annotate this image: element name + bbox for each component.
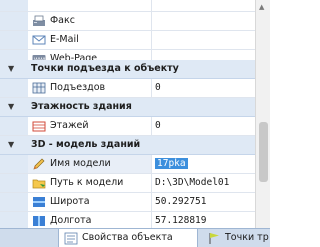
row-gutter	[0, 12, 28, 30]
tab-entry-points[interactable]: Точки тр	[202, 229, 282, 247]
latitude-icon	[32, 195, 46, 209]
property-name-cell: Широта	[28, 193, 152, 211]
collapse-chevron-icon[interactable]: ▼	[8, 64, 14, 73]
model-name-label: Имя модели	[50, 158, 111, 169]
property-row-floors[interactable]: Этажей 0	[0, 117, 255, 136]
pencil-icon	[32, 157, 46, 171]
floors-label: Этажей	[50, 120, 89, 131]
property-name-cell: Путь к модели	[28, 174, 152, 192]
floors-icon	[32, 119, 46, 133]
row-gutter	[0, 117, 28, 135]
property-row-blank	[0, 0, 255, 12]
fax-icon	[32, 14, 46, 28]
category-title: Этажность здания	[31, 101, 132, 112]
row-gutter	[0, 0, 28, 11]
properties-icon	[64, 232, 78, 245]
category-floors[interactable]: ▼ Этажность здания	[0, 98, 255, 117]
model-path-value[interactable]: D:\3D\Model01	[153, 174, 255, 192]
category-title: 3D - модель зданий	[31, 139, 141, 150]
email-icon	[32, 33, 46, 47]
folder-icon	[32, 176, 46, 190]
model-path-label: Путь к модели	[50, 177, 124, 188]
latitude-value[interactable]: 50.292751	[153, 193, 255, 211]
scroll-up-icon[interactable]: ▲	[259, 3, 264, 11]
tab-label: Свойства объекта	[82, 232, 173, 243]
longitude-label: Долгота	[50, 215, 92, 226]
latitude-label: Широта	[50, 196, 90, 207]
property-name-cell: Факс	[28, 12, 152, 30]
fax-label: Факс	[50, 15, 75, 26]
email-value[interactable]	[153, 31, 255, 49]
property-row-email[interactable]: E-Mail	[0, 31, 255, 50]
row-gutter	[0, 79, 28, 97]
flag-icon	[207, 232, 221, 245]
collapse-chevron-icon[interactable]: ▼	[8, 102, 14, 111]
property-row-fax[interactable]: Факс	[0, 12, 255, 31]
model-name-input[interactable]: 17pka	[153, 155, 255, 173]
model-name-value[interactable]: 17pka	[155, 158, 188, 169]
property-name-cell: Имя модели	[28, 155, 152, 173]
longitude-icon	[32, 214, 46, 228]
category-entrances[interactable]: ▼ Точки подъезда к объекту	[0, 60, 255, 79]
property-name-cell: Подъездов	[28, 79, 152, 97]
tab-label: Точки тр	[225, 232, 269, 243]
property-name-cell: E-Mail	[28, 31, 152, 49]
row-gutter	[0, 31, 28, 49]
fax-value[interactable]	[153, 12, 255, 30]
tab-object-properties[interactable]: Свойства объекта	[58, 229, 198, 247]
property-grid: Факс E-Mail WWW Web-Page ▼ Точки подъезд…	[0, 0, 255, 231]
scrollbar-thumb[interactable]	[259, 122, 268, 182]
property-name-cell: Этажей	[28, 117, 152, 135]
category-title: Точки подъезда к объекту	[31, 63, 179, 74]
collapse-chevron-icon[interactable]: ▼	[8, 140, 14, 149]
property-row-model-name[interactable]: Имя модели 17pka	[0, 155, 255, 174]
category-3d-model[interactable]: ▼ 3D - модель зданий	[0, 136, 255, 155]
property-value-cell[interactable]	[153, 0, 255, 11]
property-row-latitude[interactable]: Широта 50.292751	[0, 193, 255, 212]
entrance-icon	[32, 81, 46, 95]
bottom-tab-bar: Свойства объекта Точки тр	[0, 228, 270, 247]
property-name-cell	[28, 0, 152, 11]
email-label: E-Mail	[50, 34, 79, 45]
vertical-scrollbar[interactable]: ▲	[255, 0, 270, 228]
property-row-model-path[interactable]: Путь к модели D:\3D\Model01	[0, 174, 255, 193]
entrances-label: Подъездов	[50, 82, 106, 93]
row-gutter	[0, 174, 28, 192]
row-gutter	[0, 155, 28, 173]
property-row-entrances[interactable]: Подъездов 0	[0, 79, 255, 98]
floors-value[interactable]: 0	[153, 117, 255, 135]
row-gutter	[0, 193, 28, 211]
entrances-value[interactable]: 0	[153, 79, 255, 97]
